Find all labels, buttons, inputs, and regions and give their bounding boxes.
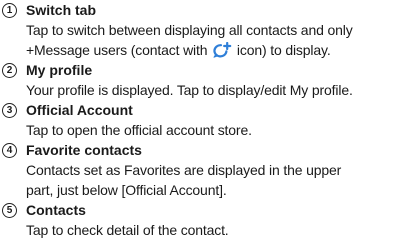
description-line: Your profile is displayed. Tap to displa… — [26, 82, 353, 98]
item-heading: 5 Contacts — [0, 200, 395, 220]
list-item-contacts: 5 Contacts Tap to check detail of the co… — [0, 200, 395, 240]
description-line-with-icon: +Message users (contact with icon) to di… — [26, 40, 391, 60]
item-heading: 3 Official Account — [0, 100, 395, 120]
description-line: Contacts set as Favorites are displayed … — [26, 162, 342, 178]
item-description: Tap to open the official account store. — [0, 120, 395, 140]
item-title: Contacts — [26, 202, 86, 218]
list-item-my-profile: 2 My profile Your profile is displayed. … — [0, 60, 395, 100]
plus-message-icon — [213, 42, 232, 58]
item-title: My profile — [26, 62, 93, 78]
circled-number: 1 — [2, 2, 17, 18]
circled-number: 5 — [2, 202, 17, 218]
list-item-official-account: 3 Official Account Tap to open the offic… — [0, 100, 395, 140]
description-text: icon) to display. — [236, 42, 331, 58]
description-line: Tap to open the official account store. — [26, 122, 252, 138]
circled-number: 4 — [2, 142, 17, 158]
feature-list: 1 Switch tab Tap to switch between displ… — [0, 0, 395, 240]
item-heading: 4 Favorite contacts — [0, 140, 395, 160]
circled-number: 2 — [2, 62, 17, 78]
item-description: Contacts set as Favorites are displayed … — [0, 160, 395, 200]
item-description: Your profile is displayed. Tap to displa… — [0, 80, 395, 100]
item-title: Official Account — [26, 102, 133, 118]
circled-number: 3 — [2, 102, 17, 118]
list-item-favorite-contacts: 4 Favorite contacts Contacts set as Favo… — [0, 140, 395, 200]
description-text: +Message users (contact with — [26, 42, 208, 58]
item-title: Switch tab — [26, 2, 97, 18]
item-heading: 1 Switch tab — [0, 0, 395, 20]
item-heading: 2 My profile — [0, 60, 395, 80]
item-description: Tap to check detail of the contact. — [0, 220, 395, 240]
list-item-switch-tab: 1 Switch tab Tap to switch between displ… — [0, 0, 395, 60]
description-line: Tap to switch between displaying all con… — [26, 22, 353, 38]
item-description: Tap to switch between displaying all con… — [0, 20, 395, 60]
description-line: part, just below [Official Account]. — [26, 182, 227, 198]
description-line: Tap to check detail of the contact. — [26, 222, 229, 238]
item-title: Favorite contacts — [26, 142, 142, 158]
